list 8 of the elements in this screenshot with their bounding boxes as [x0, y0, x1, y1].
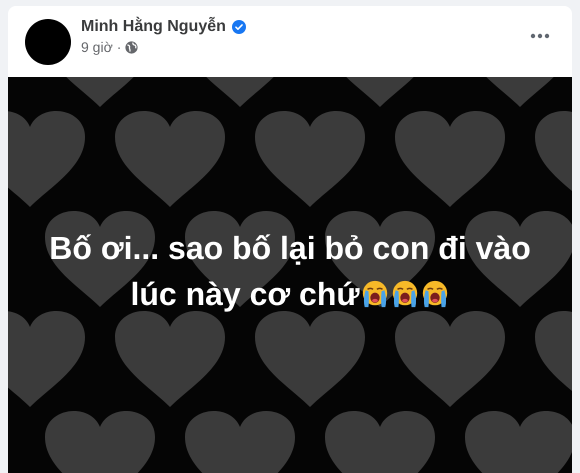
- separator: ·: [116, 39, 122, 55]
- more-icon[interactable]: [530, 32, 550, 38]
- globe-icon[interactable]: [125, 40, 138, 54]
- author-name[interactable]: Minh Hằng Nguyễn: [81, 18, 226, 36]
- avatar[interactable]: [25, 18, 71, 64]
- post-time[interactable]: 9 giờ: [81, 39, 113, 55]
- status-text: Bố ơi... sao bố lại bỏ con đi vào: [49, 230, 531, 266]
- status-text: lúc này cơ chứ: [130, 276, 360, 312]
